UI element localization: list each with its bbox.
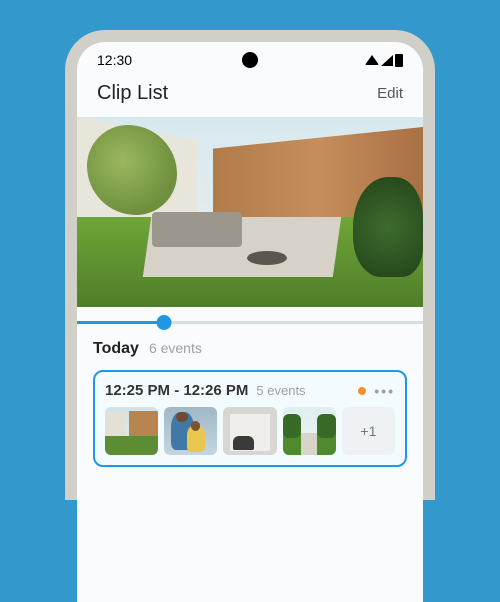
video-preview[interactable] xyxy=(77,117,423,307)
video-scrubber[interactable] xyxy=(77,307,423,330)
status-dot-icon xyxy=(358,387,366,395)
time-range: 12:25 PM - 12:26 PM xyxy=(105,382,248,399)
screen: 12:30 Clip List Edit xyxy=(77,42,423,602)
thumbnail-row: +1 xyxy=(105,407,395,455)
event-count: 5 events xyxy=(256,383,305,398)
camera-hole xyxy=(242,52,258,68)
event-card[interactable]: 12:25 PM - 12:26 PM 5 events ••• xyxy=(93,370,407,467)
status-icons xyxy=(365,54,403,67)
edit-button[interactable]: Edit xyxy=(377,85,403,102)
page-title: Clip List xyxy=(97,82,168,105)
section-header: Today 6 events xyxy=(93,340,407,358)
more-thumbnails-button[interactable]: +1 xyxy=(342,407,395,455)
wifi-icon xyxy=(365,55,379,65)
signal-icon xyxy=(381,55,393,66)
more-menu-button[interactable]: ••• xyxy=(374,383,395,399)
status-time: 12:30 xyxy=(97,52,132,68)
scrubber-knob[interactable] xyxy=(156,315,171,330)
section-title: Today xyxy=(93,340,139,358)
thumbnail[interactable] xyxy=(283,407,336,455)
header: Clip List Edit xyxy=(77,74,423,117)
card-header: 12:25 PM - 12:26 PM 5 events ••• xyxy=(105,382,395,399)
thumbnail[interactable] xyxy=(164,407,217,455)
thumbnail[interactable] xyxy=(105,407,158,455)
battery-icon xyxy=(395,54,403,67)
more-count: +1 xyxy=(360,423,376,439)
section-count: 6 events xyxy=(149,340,202,356)
phone-frame: 12:30 Clip List Edit xyxy=(65,30,435,500)
events-section: Today 6 events 12:25 PM - 12:26 PM 5 eve… xyxy=(77,330,423,481)
thumbnail[interactable] xyxy=(223,407,276,455)
status-bar: 12:30 xyxy=(77,42,423,74)
scrubber-progress xyxy=(77,321,164,324)
